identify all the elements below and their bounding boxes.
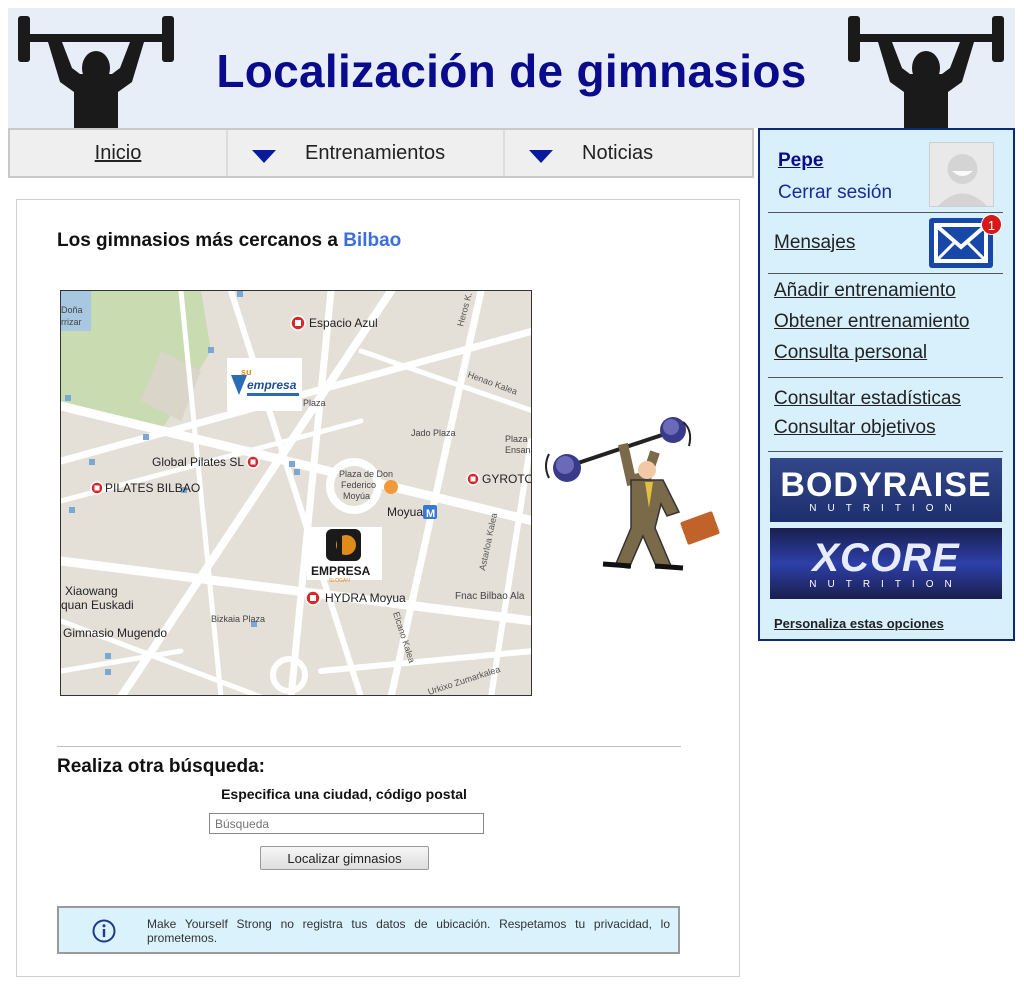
gym-pin[interactable] <box>466 472 480 486</box>
map-label: Moyua <box>387 505 423 519</box>
user-sidebar: Pepe Cerrar sesión Mensajes 1 Añadir ent… <box>758 128 1015 641</box>
main-panel: Los gimnasios más cercanos a Bilbao M Es… <box>16 199 740 977</box>
nav-item-label[interactable]: Noticias <box>582 142 653 165</box>
sidebar-divider <box>768 212 1003 213</box>
messages-link[interactable]: Mensajes <box>774 232 855 254</box>
sidebar-divider <box>768 377 1003 378</box>
info-icon <box>92 919 116 943</box>
customize-options-link[interactable]: Personaliza estas opciones <box>774 616 944 631</box>
map-label: Plaza de Don <box>339 469 393 479</box>
user-avatar-icon <box>930 143 993 206</box>
map-label: Jado Plaza <box>411 428 456 438</box>
main-nav: Inicio Entrenamientos Noticias <box>8 128 754 178</box>
privacy-notice: Make Yourself Strong no registra tus dat… <box>57 906 680 954</box>
notification-badge: 1 <box>981 214 1002 235</box>
map-label: HYDRA Moyua <box>325 591 406 605</box>
map-label: Doña <box>61 305 83 315</box>
dropdown-arrow-icon <box>252 150 276 163</box>
map-label: GYROTONIC <box>482 472 532 486</box>
map-label: Bizkaia Plaza <box>211 614 265 624</box>
sidebar-divider <box>768 273 1003 274</box>
map-label: Xiaowang <box>65 584 118 598</box>
logo-text: EMPRESA <box>311 564 371 578</box>
nearest-prefix: Los gimnasios más cercanos a <box>57 230 338 251</box>
gym-map[interactable]: M Espacio Azul Plaza Jado Plaza Global P… <box>60 290 532 696</box>
map-label: Moyúa <box>343 491 370 501</box>
dropdown-arrow-icon <box>529 150 553 163</box>
banner-subtitle: NUTRITION <box>809 579 963 590</box>
nav-item-label[interactable]: Inicio <box>95 142 142 165</box>
nav-item-label[interactable]: Entrenamientos <box>305 142 445 165</box>
map-label: Federico <box>341 480 376 490</box>
gym-pin[interactable] <box>90 481 104 495</box>
restaurant-icon <box>384 480 398 494</box>
map-label: rrizar <box>61 317 82 327</box>
company-logo[interactable]: EMPRESA SLOGAN <box>307 527 382 584</box>
locate-gyms-button[interactable]: Localizar gimnasios <box>260 846 429 870</box>
sidebar-item-personal-query[interactable]: Consulta personal <box>774 342 927 364</box>
map-label: Plaza <box>303 398 326 408</box>
sidebar-item-stats[interactable]: Consultar estadísticas <box>774 388 961 410</box>
map-label: Ensan <box>505 445 531 455</box>
sidebar-item-add-training[interactable]: Añadir entrenamiento <box>774 280 956 302</box>
logout-link[interactable]: Cerrar sesión <box>778 182 892 204</box>
sidebar-divider <box>768 451 1003 452</box>
map-label: Espacio Azul <box>309 316 378 330</box>
search-heading: Realiza otra búsqueda: <box>57 756 265 777</box>
banner-title: BODYRAISE <box>780 466 992 504</box>
map-label: Gimnasio Mugendo <box>63 626 167 640</box>
map-label: Plaza <box>505 434 528 444</box>
gym-pin[interactable] <box>246 455 260 469</box>
map-label: Fnac Bilbao Ala <box>455 591 525 602</box>
search-subheading: Especifica una ciudad, código postal <box>221 786 467 802</box>
xcore-banner[interactable]: XCORE NUTRITION <box>770 528 1002 599</box>
weightlifter-icon <box>848 16 1004 128</box>
logo-text: empresa <box>247 378 297 392</box>
bodyraise-banner[interactable]: BODYRAISE NUTRITION <box>770 458 1002 522</box>
banner-title: XCORE <box>812 536 960 580</box>
map-label: PILATES BILBAO <box>105 481 200 495</box>
sidebar-item-goals[interactable]: Consultar objetivos <box>774 417 936 439</box>
gym-pin[interactable] <box>305 590 321 606</box>
section-divider <box>57 746 681 747</box>
avatar[interactable] <box>929 142 994 207</box>
nav-item-entrenamientos[interactable]: Entrenamientos <box>228 130 505 176</box>
map-label: quan Euskadi <box>61 598 134 612</box>
logo-text: SLOGAN <box>329 578 350 584</box>
nav-item-inicio[interactable]: Inicio <box>10 130 228 176</box>
map-canvas: M Espacio Azul Plaza Jado Plaza Global P… <box>61 291 532 695</box>
search-input[interactable] <box>209 813 484 834</box>
logo-text: su <box>241 367 252 377</box>
company-logo[interactable]: su empresa <box>227 358 302 411</box>
gym-pin[interactable] <box>290 315 306 331</box>
map-label: Global Pilates SL <box>152 455 244 469</box>
city-name: Bilbao <box>343 230 402 251</box>
nav-item-noticias[interactable]: Noticias <box>505 130 752 176</box>
svg-text:M: M <box>426 508 435 520</box>
banner-subtitle: NUTRITION <box>809 503 963 514</box>
nearest-gyms-heading: Los gimnasios más cercanos a Bilbao <box>57 230 401 252</box>
username-link[interactable]: Pepe <box>778 150 823 172</box>
page-header: Localización de gimnasios <box>8 8 1015 128</box>
strongman-illustration <box>545 417 720 571</box>
privacy-text: Make Yourself Strong no registra tus dat… <box>147 917 670 945</box>
sidebar-item-get-training[interactable]: Obtener entrenamiento <box>774 311 969 333</box>
